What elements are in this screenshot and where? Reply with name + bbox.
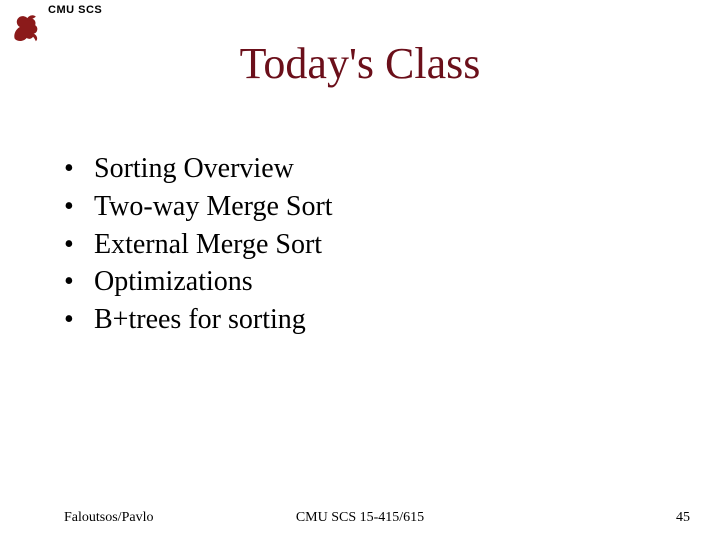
list-item: • B+trees for sorting: [64, 301, 333, 339]
bullet-dot-icon: •: [64, 226, 94, 264]
list-item: • Sorting Overview: [64, 150, 333, 188]
bullet-text: Two-way Merge Sort: [94, 188, 333, 226]
footer-course: CMU SCS 15-415/615: [0, 510, 720, 526]
slide-title: Today's Class: [0, 38, 720, 89]
list-item: • External Merge Sort: [64, 226, 333, 264]
footer-page-number: 45: [676, 510, 690, 526]
bullet-text: B+trees for sorting: [94, 301, 306, 339]
bullet-dot-icon: •: [64, 301, 94, 339]
list-item: • Optimizations: [64, 263, 333, 301]
bullet-text: Sorting Overview: [94, 150, 294, 188]
bullet-text: External Merge Sort: [94, 226, 322, 264]
bullet-dot-icon: •: [64, 150, 94, 188]
header-org-text: CMU SCS: [48, 4, 102, 16]
list-item: • Two-way Merge Sort: [64, 188, 333, 226]
bullet-list: • Sorting Overview • Two-way Merge Sort …: [64, 150, 333, 339]
bullet-dot-icon: •: [64, 188, 94, 226]
bullet-dot-icon: •: [64, 263, 94, 301]
bullet-text: Optimizations: [94, 263, 253, 301]
